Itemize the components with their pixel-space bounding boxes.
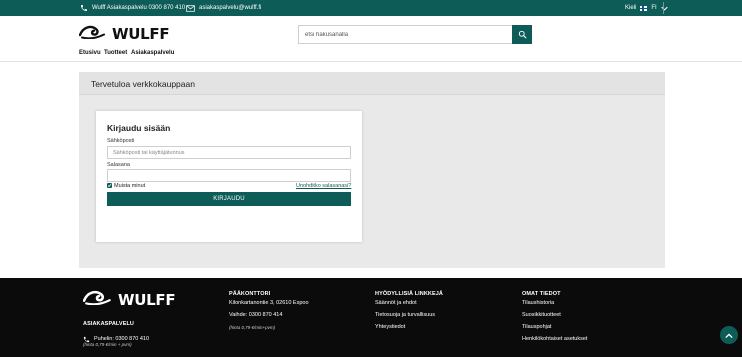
- footer-logo[interactable]: WULFF: [82, 290, 176, 310]
- language-code: FI: [651, 5, 657, 11]
- email-label: Sähköposti: [107, 138, 135, 144]
- footer-link-privacy[interactable]: Tietosuoja ja turvallisuus: [375, 312, 435, 318]
- wave-logo-icon: [78, 25, 109, 44]
- search-icon: [518, 26, 527, 44]
- nav-products[interactable]: Tuotteet: [104, 50, 127, 56]
- login-button[interactable]: KIRJAUDU: [107, 192, 351, 206]
- email-field[interactable]: [107, 146, 351, 159]
- wave-logo-icon: [82, 290, 115, 310]
- chevron-up-icon: [725, 326, 733, 344]
- topbar-divider: [663, 2, 664, 14]
- top-bar: Wulff Asiakaspalvelu 0300 870 410 asiaka…: [0, 0, 742, 16]
- footer-link-personal-settings[interactable]: Henkilökohtaiset asetukset: [522, 336, 587, 342]
- footer-hq-heading: PÄÄKONTTORI: [229, 291, 271, 297]
- remember-checkbox[interactable]: [107, 183, 112, 188]
- footer-link-terms[interactable]: Säännöt ja ehdot: [375, 300, 417, 306]
- footer-hq-note: (hinta 0,79 €/min+pvm): [229, 325, 276, 330]
- mail-icon: [186, 4, 195, 12]
- header-divider: [0, 61, 742, 62]
- topbar-phone-text: Wulff Asiakaspalvelu 0300 870 410: [92, 5, 186, 11]
- footer-hq-address: Kilonkartanontie 3, 02610 Espoo: [229, 300, 309, 306]
- site-logo[interactable]: WULFF: [78, 25, 170, 44]
- page-title: Tervetuloa verkkokauppaan: [91, 79, 195, 89]
- footer-own-heading: OMAT TIEDOT: [522, 291, 561, 297]
- footer-service-heading: ASIAKASPALVELU: [83, 321, 135, 327]
- remember-label[interactable]: Muista minut: [114, 183, 145, 189]
- phone-icon: [80, 4, 88, 12]
- scroll-to-top-button[interactable]: [720, 326, 738, 344]
- footer-link-favorites[interactable]: Suosikkituotteet: [522, 312, 561, 318]
- language-label: Kieli: [625, 5, 637, 11]
- topbar-phone[interactable]: Wulff Asiakaspalvelu 0300 870 410: [80, 0, 185, 16]
- footer-link-order-templates[interactable]: Tilauspohjat: [522, 324, 551, 330]
- nav-home[interactable]: Etusivu: [79, 50, 101, 56]
- footer-hq-switchboard[interactable]: Vaihde: 0300 870 414: [229, 312, 282, 318]
- password-label: Salasana: [107, 162, 130, 168]
- password-field[interactable]: [107, 169, 351, 182]
- logo-text: WULFF: [112, 25, 170, 43]
- footer-link-order-history[interactable]: Tilaushistoria: [522, 300, 554, 306]
- footer-links-heading: HYÖDYLLISIÄ LINKKEJÄ: [375, 291, 444, 297]
- chevron-down-icon: [661, 6, 668, 11]
- footer-logo-text: WULFF: [118, 291, 176, 309]
- search-input[interactable]: [298, 25, 512, 44]
- forgot-password-link[interactable]: Unohditko salasanasi?: [296, 183, 351, 189]
- footer-link-contact[interactable]: Yhteystiedot: [375, 324, 405, 330]
- search-button[interactable]: [512, 25, 532, 44]
- nav-customer-service[interactable]: Asiakaspalvelu: [131, 50, 174, 56]
- topbar-email-text: asiakaspalvelu@wulff.fi: [199, 5, 262, 11]
- footer-service-note: (hinta 0,79 €/min + pvm): [83, 342, 132, 347]
- topbar-email[interactable]: asiakaspalvelu@wulff.fi: [186, 0, 261, 16]
- flag-fi-icon: [640, 5, 648, 11]
- language-selector[interactable]: Kieli FI: [625, 0, 668, 16]
- login-title: Kirjaudu sisään: [107, 123, 171, 133]
